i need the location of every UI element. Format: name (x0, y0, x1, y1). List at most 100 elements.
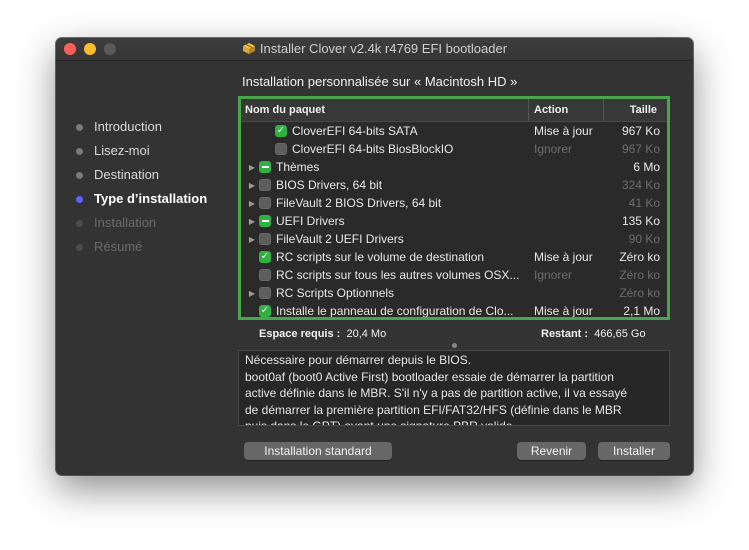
package-size: 324 Ko (621, 178, 660, 192)
table-row[interactable]: ▶ BIOS Drivers, 64 bit 324 Ko (241, 176, 667, 194)
step-bullet-icon (76, 172, 83, 179)
disclosure-triangle-icon[interactable]: ▶ (247, 289, 257, 298)
description-line: active définie dans le MBR. S'il n'y a p… (245, 386, 628, 400)
package-name-cell: ▶ FileVault 2 UEFI Drivers (241, 232, 529, 246)
package-name-cell: ▶ Thèmes (241, 160, 529, 174)
package-size: 90 Ko (628, 232, 660, 246)
page-heading: Installation personnalisée sur « Macinto… (242, 74, 518, 89)
package-name: BIOS Drivers, 64 bit (276, 178, 383, 192)
column-header-size[interactable]: Taille (604, 99, 667, 121)
package-description: Nécessaire pour démarrer depuis le BIOS.… (238, 350, 670, 426)
package-checkbox[interactable] (259, 197, 271, 209)
package-name: RC Scripts Optionnels (276, 286, 395, 300)
package-name: FileVault 2 UEFI Drivers (276, 232, 404, 246)
package-name-cell: ▶ FileVault 2 BIOS Drivers, 64 bit (241, 196, 529, 210)
package-name-cell: ✓ CloverEFI 64-bits SATA (241, 124, 529, 138)
package-name-cell: ▶ UEFI Drivers (241, 214, 529, 228)
step-bullet-icon (76, 244, 83, 251)
install-button[interactable]: Installer (598, 442, 670, 460)
package-size: 2,1 Mo (623, 304, 660, 318)
package-name: FileVault 2 BIOS Drivers, 64 bit (276, 196, 442, 210)
table-row[interactable]: RC scripts sur tous les autres volumes O… (241, 266, 667, 284)
package-checkbox[interactable] (259, 287, 271, 299)
table-row[interactable]: ▶ FileVault 2 BIOS Drivers, 64 bit 41 Ko (241, 194, 667, 212)
table-row[interactable]: ▶ RC Scripts Optionnels Zéro ko (241, 284, 667, 302)
package-name-cell: ▶ RC Scripts Optionnels (241, 286, 529, 300)
package-action: Mise à jour (534, 250, 593, 264)
package-checkbox[interactable]: ✓ (275, 125, 287, 137)
package-name: Thèmes (276, 160, 320, 174)
package-name-cell: CloverEFI 64-bits BiosBlockIO (241, 142, 529, 156)
window-title-area: Installer Clover v2.4k r4769 EFI bootloa… (56, 41, 693, 58)
window-title: Installer Clover v2.4k r4769 EFI bootloa… (259, 41, 508, 56)
description-line: boot0af (boot0 Active First) bootloader … (245, 369, 614, 384)
sidebar-step: Introduction (76, 118, 207, 142)
sidebar-step: Lisez-moi (76, 142, 207, 166)
description-line: puis dans le GPT) ayant une signature PB… (245, 419, 516, 426)
column-header-name[interactable]: Nom du paquet (241, 99, 529, 121)
package-checkbox[interactable] (259, 179, 271, 191)
package-action: Ignorer (534, 268, 573, 282)
step-bullet-icon (76, 220, 83, 227)
table-row[interactable]: ✓ Installe le panneau de configuration de… (241, 302, 667, 318)
package-rows: ✓ CloverEFI 64-bits SATA Mise à jour 967 Ko… (241, 122, 667, 318)
package-name: CloverEFI 64-bits BiosBlockIO (292, 142, 454, 156)
standard-install-button[interactable]: Installation standard (244, 442, 392, 460)
package-name-cell: ✓ RC scripts sur le volume de destination (241, 250, 529, 264)
column-header-action[interactable]: Action (529, 99, 604, 121)
table-row[interactable]: ▶ FileVault 2 UEFI Drivers 90 Ko (241, 230, 667, 248)
description-line: de démarrer la première partition EFI/FA… (245, 402, 622, 417)
description-line: Nécessaire pour démarrer depuis le BIOS. (245, 353, 472, 367)
remaining-label: Restant : (541, 328, 589, 340)
package-name: Installe le panneau de configuration de … (276, 304, 514, 318)
package-name: UEFI Drivers (276, 214, 345, 228)
sidebar-step: Destination (76, 166, 207, 190)
package-size: 967 Ko (621, 142, 660, 156)
sidebar-step: Installation (76, 214, 207, 238)
package-checkbox[interactable]: ✓ (259, 251, 271, 263)
disclosure-triangle-icon[interactable]: ▶ (247, 163, 257, 172)
sidebar-step: Type d’installation (76, 190, 207, 214)
package-name-cell: RC scripts sur tous les autres volumes O… (241, 268, 529, 282)
package-name-cell: ▶ BIOS Drivers, 64 bit (241, 178, 529, 192)
table-row[interactable]: ▶ Thèmes 6 Mo (241, 158, 667, 176)
installer-steps: Introduction Lisez-moi Destination Type d’i… (76, 118, 207, 262)
disclosure-triangle-icon[interactable]: ▶ (247, 199, 257, 208)
disclosure-triangle-icon[interactable]: ▶ (247, 181, 257, 190)
package-table: Nom du paquet Action Taille ✓ CloverEFI 6… (238, 96, 670, 320)
package-icon (242, 42, 256, 58)
package-checkbox[interactable] (275, 143, 287, 155)
table-row[interactable]: ✓ RC scripts sur le volume de destination… (241, 248, 667, 266)
table-row[interactable]: ✓ CloverEFI 64-bits SATA Mise à jour 967 Ko (241, 122, 667, 140)
disclosure-triangle-icon[interactable]: ▶ (247, 235, 257, 244)
back-button[interactable]: Revenir (517, 442, 586, 460)
table-header: Nom du paquet Action Taille (241, 99, 667, 122)
package-checkbox[interactable] (259, 215, 271, 227)
package-size: 967 Ko (621, 124, 660, 138)
package-name-cell: ✓ Installe le panneau de configuration de… (241, 304, 529, 318)
step-bullet-icon (76, 148, 83, 155)
package-size: 41 Ko (628, 196, 660, 210)
table-row[interactable]: CloverEFI 64-bits BiosBlockIO Ignorer 967 … (241, 140, 667, 158)
space-required-value: 20,4 Mo (346, 328, 387, 340)
disclosure-triangle-icon[interactable]: ▶ (247, 217, 257, 226)
step-label: Introduction (94, 119, 162, 134)
sidebar-step: Résumé (76, 238, 207, 262)
package-name: RC scripts sur tous les autres volumes O… (276, 268, 520, 282)
package-checkbox[interactable] (259, 269, 271, 281)
title-bar: Installer Clover v2.4k r4769 EFI bootloa… (56, 38, 693, 61)
step-bullet-icon (76, 196, 83, 203)
space-remaining: Restant : 466,65 Go (541, 328, 646, 340)
package-size: 135 Ko (621, 214, 660, 228)
package-size: Zéro ko (619, 268, 660, 282)
package-checkbox[interactable]: ✓ (259, 305, 271, 317)
split-view-handle[interactable] (452, 343, 457, 348)
step-label: Lisez-moi (94, 143, 150, 158)
step-label: Installation (94, 215, 157, 230)
package-checkbox[interactable] (259, 161, 271, 173)
package-checkbox[interactable] (259, 233, 271, 245)
package-name: CloverEFI 64-bits SATA (292, 124, 418, 138)
step-bullet-icon (76, 124, 83, 131)
table-row[interactable]: ▶ UEFI Drivers 135 Ko (241, 212, 667, 230)
package-action: Mise à jour (534, 124, 593, 138)
